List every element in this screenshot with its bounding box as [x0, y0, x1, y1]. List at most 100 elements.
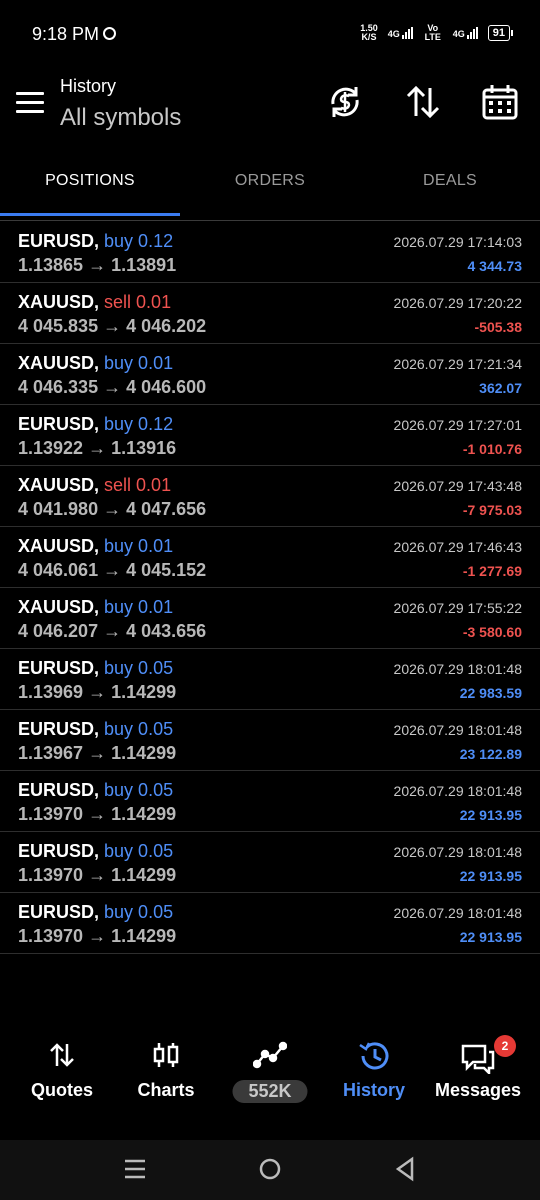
position-symbol: EURUSD, buy 0.05	[18, 902, 173, 923]
recents-icon[interactable]	[124, 1156, 146, 1187]
position-row[interactable]: XAUUSD, sell 0.01 4 045.835 → 4 046.202 20…	[0, 283, 540, 344]
position-symbol: EURUSD, buy 0.05	[18, 658, 173, 679]
symbol-name: EURUSD,	[18, 231, 100, 251]
history-clock-icon	[357, 1040, 391, 1077]
system-nav-bar	[0, 1140, 540, 1200]
home-icon[interactable]	[258, 1156, 282, 1187]
position-symbol: EURUSD, buy 0.12	[18, 414, 173, 435]
nav-charts-label: Charts	[137, 1080, 195, 1100]
symbol-name: XAUUSD,	[18, 536, 100, 556]
position-time: 2026.07.29 17:43:48	[393, 478, 522, 494]
position-time: 2026.07.29 18:01:48	[393, 722, 522, 738]
speed-unit: K/S	[361, 32, 377, 42]
symbol-name: EURUSD,	[18, 902, 100, 922]
position-row[interactable]: EURUSD, buy 0.12 1.13922 → 1.13916 2026.07…	[0, 405, 540, 466]
position-prices: 1.13970 → 1.14299	[18, 926, 177, 946]
position-side: buy 0.01	[104, 536, 174, 556]
position-symbol: EURUSD, buy 0.05	[18, 719, 173, 740]
position-profit: 22 983.59	[459, 685, 522, 701]
position-row[interactable]: XAUUSD, buy 0.01 4 046.207 → 4 043.656 202…	[0, 588, 540, 649]
app-header: History All symbols	[0, 70, 540, 148]
position-prices: 4 046.335 → 4 046.600	[18, 377, 207, 397]
position-row[interactable]: EURUSD, buy 0.05 1.13970 → 1.14299 2026.07…	[0, 832, 540, 893]
position-time: 2026.07.29 18:01:48	[393, 905, 522, 921]
trade-line-icon	[252, 1040, 288, 1075]
position-prices: 1.13865 → 1.13891	[18, 255, 177, 275]
nav-trade[interactable]: 552K	[216, 1030, 324, 1130]
trade-volume-badge: 552K	[232, 1080, 308, 1103]
position-row[interactable]: XAUUSD, buy 0.01 4 046.061 → 4 045.152 202…	[0, 527, 540, 588]
position-side: sell 0.01	[104, 292, 172, 312]
position-row[interactable]: XAUUSD, sell 0.01 4 041.980 → 4 047.656 20…	[0, 466, 540, 527]
position-profit: -7 975.03	[462, 502, 522, 518]
position-row[interactable]: EURUSD, buy 0.05 1.13970 → 1.14299 2026.07…	[0, 771, 540, 832]
calendar-icon[interactable]	[480, 82, 520, 122]
page-title: History	[60, 76, 117, 96]
position-prices: 4 046.061 → 4 045.152	[18, 560, 207, 580]
position-side: buy 0.05	[104, 719, 174, 739]
position-time: 2026.07.29 17:21:34	[393, 356, 522, 372]
position-side: buy 0.05	[104, 902, 174, 922]
position-time: 2026.07.29 17:27:01	[393, 417, 522, 433]
position-side: buy 0.12	[104, 414, 174, 434]
position-row[interactable]: XAUUSD, buy 0.01 4 046.335 → 4 046.600 202…	[0, 344, 540, 405]
sort-icon[interactable]	[403, 82, 443, 122]
status-time: 9:18 PM	[32, 24, 100, 44]
tab-bar: POSITIONS ORDERS DEALS	[0, 160, 540, 221]
nav-messages[interactable]: 2 Messages	[424, 1030, 532, 1130]
position-profit: -505.38	[474, 319, 522, 335]
network-type-1: 4G	[387, 29, 400, 39]
position-row[interactable]: EURUSD, buy 0.05 1.13969 → 1.14299 2026.07…	[0, 649, 540, 710]
signal-bars-icon	[466, 27, 478, 39]
position-side: buy 0.01	[104, 597, 174, 617]
position-symbol: XAUUSD, sell 0.01	[18, 475, 171, 496]
position-profit: -1 010.76	[462, 441, 522, 457]
sync-currency-icon[interactable]	[325, 82, 365, 122]
position-row[interactable]: EURUSD, buy 0.05 1.13970 → 1.14299 2026.07…	[0, 893, 540, 954]
position-time: 2026.07.29 17:55:22	[393, 600, 522, 616]
position-side: buy 0.05	[104, 841, 174, 861]
tab-deals[interactable]: DEALS	[360, 160, 540, 218]
position-time: 2026.07.29 17:14:03	[393, 234, 522, 250]
menu-icon[interactable]	[16, 92, 44, 114]
nav-history[interactable]: History	[320, 1030, 428, 1130]
position-prices: 4 045.835 → 4 046.202	[18, 316, 207, 336]
candlestick-icon	[151, 1040, 181, 1075]
position-side: buy 0.01	[104, 353, 174, 373]
position-profit: 22 913.95	[459, 929, 522, 945]
nav-messages-label: Messages	[434, 1080, 522, 1100]
symbol-filter[interactable]: All symbols	[60, 104, 181, 132]
nav-quotes[interactable]: Quotes	[8, 1030, 116, 1130]
position-profit: -1 277.69	[462, 563, 522, 579]
position-prices: 1.13969 → 1.14299	[18, 682, 177, 702]
symbol-name: EURUSD,	[18, 414, 100, 434]
position-row[interactable]: EURUSD, buy 0.12 1.13865 → 1.13891 2026.07…	[0, 222, 540, 283]
volte-label: Vo LTE	[424, 23, 441, 42]
position-side: buy 0.05	[104, 780, 174, 800]
signal-2: 4G	[453, 27, 478, 39]
position-prices: 1.13967 → 1.14299	[18, 743, 177, 763]
position-profit: 362.07	[479, 380, 522, 396]
position-symbol: XAUUSD, buy 0.01	[18, 597, 173, 618]
tab-orders[interactable]: ORDERS	[180, 160, 360, 218]
position-profit: 4 344.73	[467, 258, 523, 274]
back-icon[interactable]	[394, 1156, 416, 1187]
nav-history-label: History	[342, 1080, 405, 1100]
symbol-name: XAUUSD,	[18, 353, 100, 373]
position-time: 2026.07.29 18:01:48	[393, 844, 522, 860]
nav-quotes-label: Quotes	[30, 1080, 93, 1100]
position-symbol: XAUUSD, buy 0.01	[18, 536, 173, 557]
messages-badge: 2	[494, 1035, 516, 1057]
position-row[interactable]: EURUSD, buy 0.05 1.13967 → 1.14299 2026.07…	[0, 710, 540, 771]
positions-list: EURUSD, buy 0.12 1.13865 → 1.13891 2026.07…	[0, 222, 540, 954]
nav-charts[interactable]: Charts	[112, 1030, 220, 1130]
position-side: buy 0.12	[104, 231, 174, 251]
symbol-name: EURUSD,	[18, 780, 100, 800]
tab-indicator	[0, 213, 180, 216]
symbol-name: EURUSD,	[18, 658, 100, 678]
symbol-name: XAUUSD,	[18, 597, 100, 617]
tab-positions[interactable]: POSITIONS	[0, 160, 180, 218]
position-side: buy 0.05	[104, 658, 174, 678]
symbol-name: XAUUSD,	[18, 475, 100, 495]
position-prices: 1.13922 → 1.13916	[18, 438, 177, 458]
